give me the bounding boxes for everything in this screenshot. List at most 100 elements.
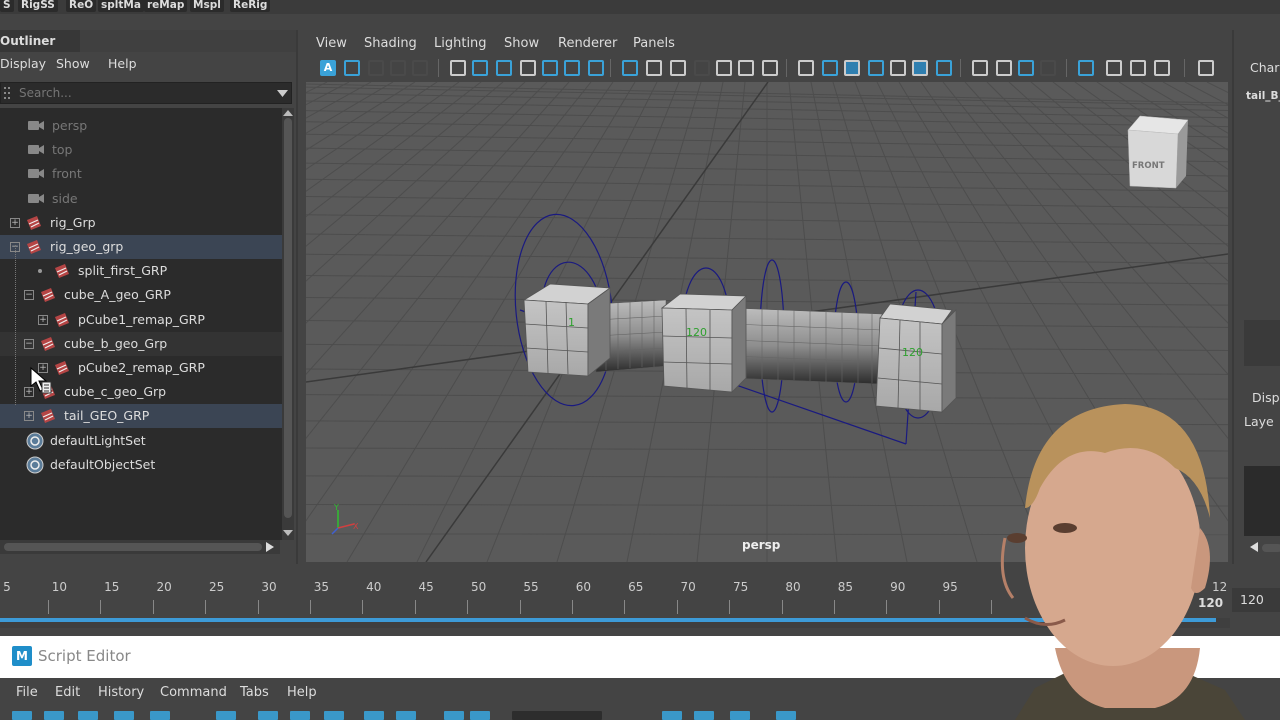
script-editor-toolbar-icon[interactable] [44, 711, 64, 720]
viewport-toolbar-icon[interactable] [972, 60, 988, 76]
script-editor-toolbar-icon[interactable] [290, 711, 310, 720]
script-editor-menu-file[interactable]: File [16, 678, 38, 708]
script-editor-toolbar-icon[interactable] [216, 711, 236, 720]
viewport-toolbar-icon[interactable] [1040, 60, 1056, 76]
outliner-horizontal-scroll-thumb[interactable] [4, 543, 262, 551]
viewport-menu-panels[interactable]: Panels [633, 32, 675, 56]
viewport-toolbar-icon[interactable] [694, 60, 710, 76]
script-editor-toolbar-icon[interactable] [78, 711, 98, 720]
script-editor-toolbar-icon[interactable] [444, 711, 464, 720]
viewport-toolbar-icon[interactable] [368, 60, 384, 76]
viewport-toolbar-icon[interactable] [1154, 60, 1170, 76]
script-editor-toolbar-icon[interactable] [512, 711, 602, 720]
script-editor-menu-tabs[interactable]: Tabs [240, 678, 269, 708]
script-editor-menu-edit[interactable]: Edit [55, 678, 80, 708]
viewport-toolbar-icon[interactable] [646, 60, 662, 76]
outliner-menu-show[interactable]: Show [56, 52, 90, 76]
viewport-toolbar-icon[interactable] [344, 60, 360, 76]
viewport-toolbar-icon[interactable] [1078, 60, 1094, 76]
script-editor-toolbar-icon[interactable] [114, 711, 134, 720]
outliner-horizontal-scrollbar[interactable] [0, 540, 280, 554]
viewport-toolbar-icon[interactable] [1130, 60, 1146, 76]
outliner-item[interactable]: + pCube1_remap_GRP [0, 308, 282, 332]
outliner-item[interactable]: persp [0, 114, 282, 138]
shelf-button-reo[interactable]: ReO [66, 0, 97, 12]
script-editor-menu-history[interactable]: History [98, 678, 144, 708]
expand-toggle-icon[interactable]: + [10, 217, 20, 228]
shelf-button-spltma[interactable]: spltMa [98, 0, 144, 12]
outliner-item[interactable]: + tail_GEO_GRP [0, 404, 282, 429]
script-editor-toolbar-icon[interactable] [324, 711, 344, 720]
outliner-tab[interactable]: Outliner [0, 30, 80, 52]
outliner-item[interactable]: defaultLightSet [0, 429, 282, 453]
outliner-vertical-scrollbar[interactable] [282, 108, 294, 540]
outliner-search-input[interactable] [19, 84, 259, 102]
script-editor-menu-command[interactable]: Command [160, 678, 227, 708]
viewport-toolbar-icon[interactable] [762, 60, 778, 76]
script-editor-menu-help[interactable]: Help [287, 678, 317, 708]
viewport-menu-show[interactable]: Show [504, 32, 539, 56]
viewport-toolbar-icon[interactable] [798, 60, 814, 76]
script-editor-toolbar-icon[interactable] [396, 711, 416, 720]
channel-box-tab[interactable]: Char [1250, 60, 1279, 75]
viewport-toolbar-icon[interactable] [996, 60, 1012, 76]
viewport-toolbar-icon[interactable] [542, 60, 558, 76]
outliner-item[interactable]: − cube_b_geo_Grp [0, 331, 282, 356]
script-editor-toolbar-icon[interactable] [470, 711, 490, 720]
outliner-item[interactable]: − rig_geo_grp [0, 235, 282, 259]
viewport-menu-renderer[interactable]: Renderer [558, 32, 617, 56]
outliner-item[interactable]: − cube_A_geo_GRP [0, 283, 282, 307]
script-editor-toolbar-icon[interactable] [364, 711, 384, 720]
viewport-menu-lighting[interactable]: Lighting [434, 32, 487, 56]
scroll-right-arrow-icon[interactable] [266, 542, 274, 552]
script-editor-toolbar-icon[interactable] [258, 711, 278, 720]
viewport-menu-view[interactable]: View [316, 32, 347, 56]
viewport-toolbar-icon[interactable] [670, 60, 686, 76]
viewport-toolbar-icon[interactable] [1106, 60, 1122, 76]
outliner-item[interactable]: top [0, 138, 282, 162]
outliner-item[interactable]: defaultObjectSet [0, 453, 282, 477]
script-editor-toolbar-icon[interactable] [694, 711, 714, 720]
shelf-button-s[interactable]: S [0, 0, 14, 12]
viewport-toolbar-icon[interactable] [496, 60, 512, 76]
outliner-vertical-scroll-thumb[interactable] [284, 118, 292, 518]
script-editor-toolbar-icon[interactable] [150, 711, 170, 720]
viewport-toolbar-icon[interactable] [520, 60, 536, 76]
outliner-menu-display[interactable]: Display [0, 52, 46, 76]
viewport-toolbar-icon[interactable] [844, 60, 860, 76]
script-editor-toolbar-icon[interactable] [776, 711, 796, 720]
outliner-item[interactable]: front [0, 162, 282, 186]
outliner-item[interactable]: + rig_Grp [0, 211, 282, 235]
shelf-button-remap[interactable]: reMap [144, 0, 188, 12]
viewport-toolbar-icon[interactable] [1018, 60, 1034, 76]
shelf-button-mspl[interactable]: Mspl [190, 0, 224, 12]
search-filter-icon[interactable] [4, 86, 16, 100]
outliner-item[interactable]: split_first_GRP [0, 259, 282, 283]
viewport-toolbar-icon[interactable] [588, 60, 604, 76]
viewport-toolbar-icon[interactable] [912, 60, 928, 76]
viewport-toolbar-icon[interactable] [822, 60, 838, 76]
script-editor-toolbar-icon[interactable] [12, 711, 32, 720]
script-editor-toolbar-icon[interactable] [730, 711, 750, 720]
view-cube[interactable]: FRONT [1127, 115, 1189, 189]
script-editor-toolbar-icon[interactable] [662, 711, 682, 720]
scroll-up-arrow-icon[interactable] [283, 110, 293, 116]
viewport-toolbar-icon[interactable] [622, 60, 638, 76]
scroll-down-arrow-icon[interactable] [283, 530, 293, 536]
viewport-toolbar-icon[interactable] [868, 60, 884, 76]
viewport-toolbar-icon[interactable] [390, 60, 406, 76]
viewport-toolbar-icon[interactable] [564, 60, 580, 76]
viewport-toolbar-icon[interactable] [890, 60, 906, 76]
viewport-menu-shading[interactable]: Shading [364, 32, 417, 56]
viewport-toolbar-icon[interactable] [1198, 60, 1214, 76]
outliner-item[interactable]: side [0, 187, 282, 211]
expand-toggle-icon[interactable]: − [24, 290, 34, 301]
expand-toggle-icon[interactable]: − [24, 338, 34, 349]
shelf-button-rigss[interactable]: RigSS [18, 0, 58, 12]
chevron-down-icon[interactable] [277, 90, 288, 97]
viewport-toolbar-icon[interactable] [936, 60, 952, 76]
shelf-button-rerig[interactable]: ReRig [230, 0, 271, 12]
viewport-toolbar-icon[interactable] [472, 60, 488, 76]
viewport-toolbar-icon[interactable] [450, 60, 466, 76]
expand-toggle-icon[interactable]: + [24, 411, 34, 422]
